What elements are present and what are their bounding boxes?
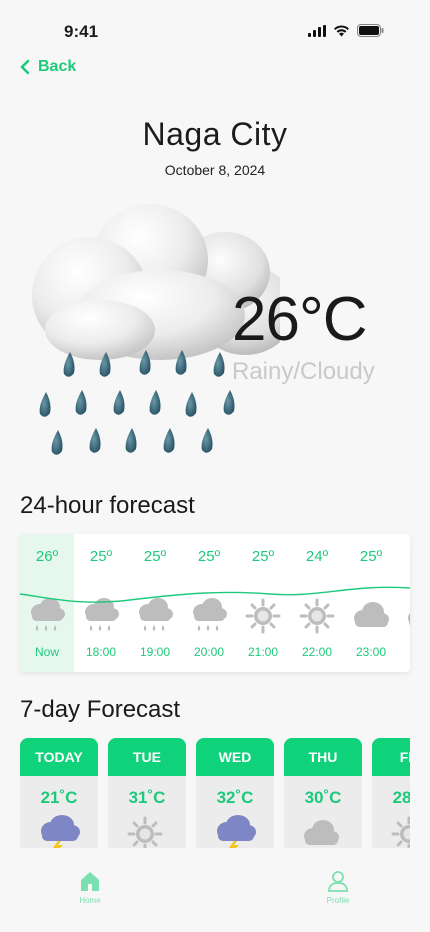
daily-card[interactable]: TUE 31˚C — [108, 738, 186, 848]
current-condition: Rainy/Cloudy — [232, 358, 375, 385]
tab-profile[interactable]: Profile — [308, 870, 368, 905]
current-temperature: 26°C — [232, 285, 368, 354]
user-icon — [328, 871, 348, 892]
daily-temp: 30˚C — [304, 788, 342, 807]
current-date: October 8, 2024 — [164, 162, 266, 178]
daily-day-label: TODAY — [20, 738, 98, 776]
daily-temp: 21˚C — [40, 788, 78, 807]
chevron-left-icon — [20, 59, 30, 75]
home-icon — [81, 872, 99, 891]
daily-forecast-title: 7-day Forecast — [20, 696, 181, 723]
daily-day-label: FRI — [372, 738, 410, 776]
tab-bar: Home Profile — [0, 848, 430, 932]
daily-day-label: WED — [196, 738, 274, 776]
tab-home-label: Home — [79, 896, 101, 905]
tab-home[interactable]: Home — [60, 870, 120, 905]
back-button[interactable]: Back — [18, 58, 76, 76]
city-title: Naga City — [142, 116, 288, 152]
storm-icon — [214, 814, 258, 848]
daily-day-label: THU — [284, 738, 362, 776]
wifi-icon — [334, 24, 349, 36]
daily-card[interactable]: THU 30˚C — [284, 738, 362, 848]
daily-temp: 31˚C — [128, 788, 166, 807]
sun-icon — [390, 814, 410, 848]
signal-icon — [308, 24, 326, 37]
back-label: Back — [38, 58, 77, 75]
status-time: 9:41 — [64, 22, 99, 41]
daily-card[interactable]: FRI 28˚C — [372, 738, 410, 848]
status-bar: 9:41 — [0, 0, 430, 60]
hourly-forecast-card[interactable]: 26º Now 25º 18:00 25º 19:00 25º 20:00 25º 21:00 24… — [20, 534, 410, 672]
daily-forecast-list[interactable]: TODAY 21˚C TUE 31˚C WED 32˚C THU 30˚C FRI 28˚C — [20, 738, 410, 848]
daily-day-label: TUE — [108, 738, 186, 776]
cloud-icon — [302, 814, 340, 848]
daily-temp: 32˚C — [216, 788, 254, 807]
hourly-forecast-title: 24-hour forecast — [20, 492, 195, 519]
battery-icon — [357, 24, 384, 37]
status-icons — [308, 24, 384, 37]
daily-card[interactable]: TODAY 21˚C — [20, 738, 98, 848]
temperature-trend-line — [20, 586, 410, 603]
daily-temp: 28˚C — [392, 788, 410, 807]
storm-icon — [38, 814, 82, 848]
sun-icon — [126, 814, 164, 848]
daily-card[interactable]: WED 32˚C — [196, 738, 274, 848]
tab-profile-label: Profile — [326, 896, 350, 905]
